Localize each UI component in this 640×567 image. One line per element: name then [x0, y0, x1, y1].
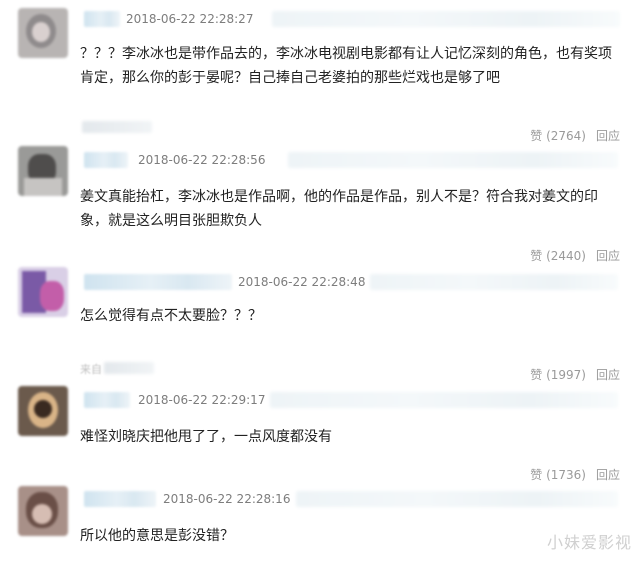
blurred-header-area — [270, 392, 618, 408]
watermark: 小妹爱影视 — [546, 533, 632, 552]
comment-timestamp: 2018-06-22 22:28:48 — [238, 275, 366, 289]
like-button[interactable]: 赞 (2440) — [530, 249, 586, 263]
comment-source: 来自 — [80, 363, 102, 376]
comment-item: 2018-06-22 22:28:48 怎么觉得有点不太要脸？？？ 来自 赞 (… — [0, 265, 640, 382]
comment-text: 姜文真能抬杠，李冰冰也是作品啊，他的作品是作品，别人不是？符合我对姜文的印象，就… — [80, 189, 598, 229]
comment-timestamp: 2018-06-22 22:28:56 — [138, 153, 266, 167]
comment-item: 2018-06-22 22:28:27 ？？？李冰冰也是带作品去的，李冰冰电视剧… — [0, 0, 640, 143]
comment-item: 2018-06-22 22:29:17 难怪刘晓庆把他甩了了，一点风度都没有 赞… — [0, 380, 640, 482]
avatar[interactable] — [18, 486, 68, 536]
blurred-header-area — [370, 274, 618, 290]
username[interactable] — [84, 11, 120, 27]
username[interactable] — [84, 152, 128, 168]
avatar[interactable] — [18, 146, 68, 196]
comment-text: 难怪刘晓庆把他甩了了，一点风度都没有 — [80, 429, 332, 445]
username[interactable] — [84, 491, 156, 507]
username[interactable] — [84, 392, 130, 408]
blurred-header-area — [272, 11, 620, 27]
comment-source-blur — [104, 362, 154, 374]
comment-actions: 赞 (2440) 回应 — [530, 247, 620, 264]
comment-timestamp: 2018-06-22 22:29:17 — [138, 393, 266, 407]
avatar[interactable] — [18, 386, 68, 436]
comment-text: 所以他的意思是彭没错？ — [80, 528, 234, 544]
comment-timestamp: 2018-06-22 22:28:16 — [163, 492, 291, 506]
blurred-header-area — [288, 152, 618, 168]
comment-item: 2018-06-22 22:28:56 姜文真能抬杠，李冰冰也是作品啊，他的作品… — [0, 140, 640, 265]
comment-item: 2018-06-22 22:28:16 所以他的意思是彭没错？ — [0, 480, 640, 567]
comment-timestamp: 2018-06-22 22:28:27 — [126, 12, 254, 26]
avatar[interactable] — [18, 267, 68, 317]
reply-button[interactable]: 回应 — [596, 249, 620, 263]
comment-source — [82, 121, 152, 133]
comment-text: 怎么觉得有点不太要脸？？？ — [80, 308, 262, 324]
username[interactable] — [84, 274, 232, 290]
blurred-header-area — [296, 491, 618, 507]
comment-text: ？？？李冰冰也是带作品去的，李冰冰电视剧电影都有让人记忆深刻的角色，也有奖项肯定… — [80, 46, 612, 86]
avatar[interactable] — [18, 8, 68, 58]
